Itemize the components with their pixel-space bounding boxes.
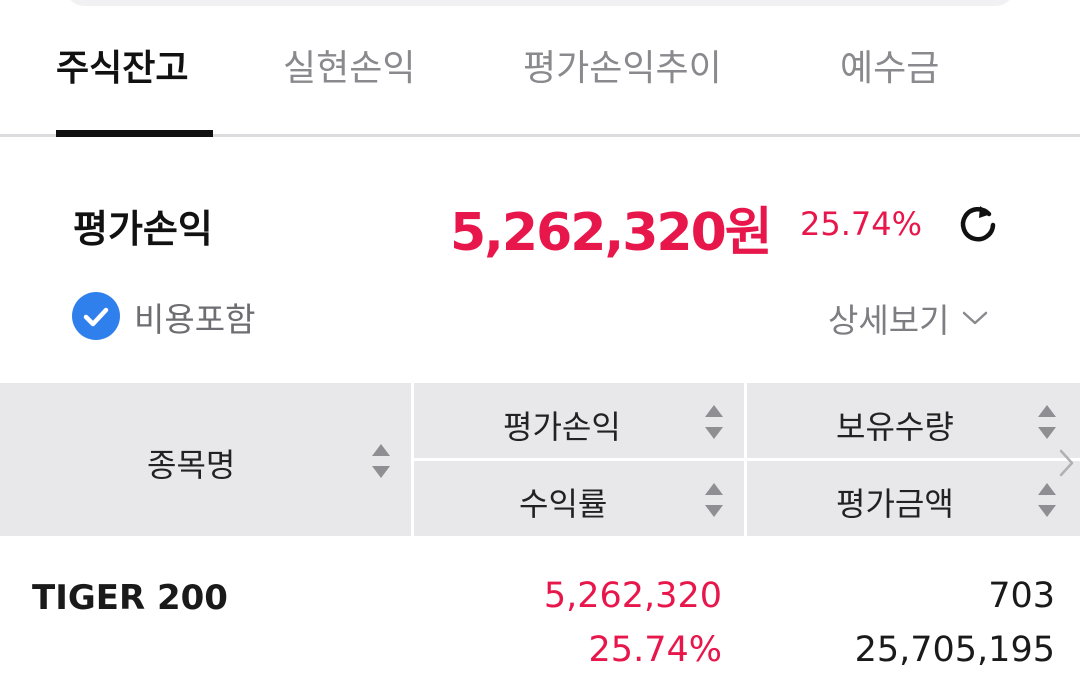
sort-icon[interactable] <box>1036 402 1058 442</box>
tab-deposit[interactable]: 예수금 <box>840 44 939 94</box>
header-name[interactable]: 종목명 <box>147 440 235 486</box>
header-profit-loss[interactable]: 평가손익 <box>503 402 621 448</box>
tab-bar: 주식잔고 실현손익 평가손익추이 예수금 <box>0 0 1080 137</box>
profit-loss-value: 5,262,320 <box>543 576 722 616</box>
chevron-right-icon[interactable] <box>1056 448 1076 478</box>
header-return-rate[interactable]: 수익률 <box>519 479 607 525</box>
detail-view-button[interactable]: 상세보기 <box>828 294 989 340</box>
include-fee-label[interactable]: 비용포함 <box>134 293 255 341</box>
summary-label: 평가손익 <box>73 207 213 251</box>
checkmark-icon <box>83 307 109 327</box>
chevron-down-icon <box>962 311 987 325</box>
summary-amount: 5,262,320원 <box>450 203 773 263</box>
sort-icon[interactable] <box>1036 480 1058 520</box>
summary-rate: 25.74% <box>800 205 923 243</box>
valuation-value: 25,705,195 <box>854 630 1055 670</box>
stock-name: TIGER 200 <box>32 578 228 618</box>
tab-realized-pl[interactable]: 실현손익 <box>283 44 415 94</box>
sort-icon[interactable] <box>703 480 725 520</box>
detail-view-label: 상세보기 <box>828 301 950 340</box>
header-divider <box>414 458 1080 461</box>
tab-valuation-trend[interactable]: 평가손익추이 <box>523 44 722 94</box>
sort-icon[interactable] <box>703 402 725 442</box>
refresh-icon[interactable] <box>956 201 1000 245</box>
sort-icon[interactable] <box>370 441 392 481</box>
header-quantity[interactable]: 보유수량 <box>836 402 954 448</box>
active-tab-indicator <box>56 130 213 137</box>
tab-stock-balance[interactable]: 주식잔고 <box>56 44 188 94</box>
header-valuation[interactable]: 평가금액 <box>836 479 954 525</box>
return-rate-value: 25.74% <box>588 630 722 670</box>
include-fee-checkbox[interactable] <box>72 292 120 340</box>
quantity-value: 703 <box>988 576 1055 616</box>
